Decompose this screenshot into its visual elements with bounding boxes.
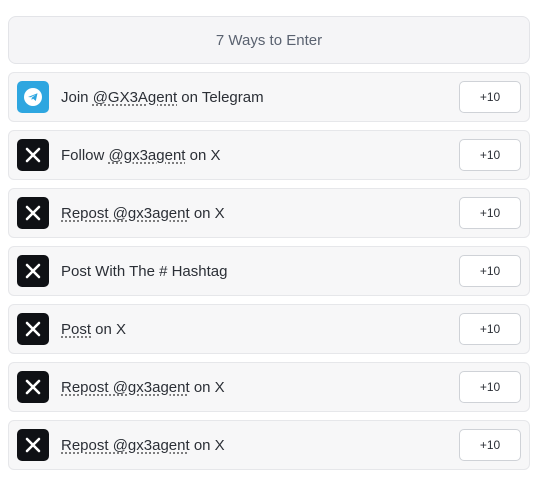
entry-label-text: on X: [185, 146, 221, 164]
points-value: +10: [479, 206, 501, 220]
x-icon: [17, 255, 49, 287]
entry-row-x-follow[interactable]: Follow @gx3agent on X +10: [8, 130, 530, 180]
points-button[interactable]: +10: [459, 313, 521, 345]
entry-label: Post With The # Hashtag: [61, 263, 227, 280]
entry-label-text: on X: [189, 204, 225, 222]
ways-to-enter-header: 7 Ways to Enter: [8, 16, 530, 64]
x-icon: [17, 313, 49, 345]
points-value: +10: [479, 148, 501, 162]
points-value: +10: [479, 380, 501, 394]
entry-label-text: Join: [61, 88, 93, 106]
entry-row-x-repost[interactable]: Repost @gx3agent on X +10: [8, 188, 530, 238]
entry-link[interactable]: @gx3agent: [109, 147, 186, 164]
entry-label-text: on X: [91, 320, 127, 338]
entry-row-x-repost-2[interactable]: Repost @gx3agent on X +10: [8, 362, 530, 412]
x-icon: [17, 429, 49, 461]
entry-link[interactable]: @GX3Agent: [93, 89, 177, 106]
telegram-icon: [17, 81, 49, 113]
entry-link[interactable]: Post: [61, 321, 91, 338]
entry-label-text: on X: [189, 378, 225, 396]
entry-label: Post on X: [61, 321, 126, 338]
entry-row-x-hashtag[interactable]: Post With The # Hashtag +10: [8, 246, 530, 296]
entry-label: Join @GX3Agent on Telegram: [61, 89, 264, 106]
points-button[interactable]: +10: [459, 197, 521, 229]
points-value: +10: [479, 322, 501, 336]
entry-label: Repost @gx3agent on X: [61, 205, 225, 222]
x-icon: [17, 197, 49, 229]
x-icon: [17, 371, 49, 403]
entry-link[interactable]: Repost @gx3agent: [61, 379, 190, 396]
entry-link[interactable]: Repost @gx3agent: [61, 437, 190, 454]
entry-label-text: on X: [189, 436, 225, 454]
entry-label-text: Follow: [61, 146, 109, 164]
points-button[interactable]: +10: [459, 255, 521, 287]
entry-label-text: Post With The # Hashtag: [61, 262, 228, 280]
entry-row-x-repost-3[interactable]: Repost @gx3agent on X +10: [8, 420, 530, 470]
entry-label-text: on Telegram: [177, 88, 264, 106]
entry-label: Repost @gx3agent on X: [61, 437, 225, 454]
entry-label: Repost @gx3agent on X: [61, 379, 225, 396]
points-button[interactable]: +10: [459, 81, 521, 113]
entry-row-x-post[interactable]: Post on X +10: [8, 304, 530, 354]
points-value: +10: [479, 90, 501, 104]
points-value: +10: [479, 264, 501, 278]
points-button[interactable]: +10: [459, 429, 521, 461]
entry-link[interactable]: Repost @gx3agent: [61, 205, 190, 222]
entry-label: Follow @gx3agent on X: [61, 147, 221, 164]
x-icon: [17, 139, 49, 171]
header-title: 7 Ways to Enter: [215, 31, 323, 49]
entry-methods-panel: 7 Ways to Enter Join @GX3Agent on Telegr…: [0, 0, 540, 478]
points-value: +10: [479, 438, 501, 452]
points-button[interactable]: +10: [459, 371, 521, 403]
points-button[interactable]: +10: [459, 139, 521, 171]
entry-row-telegram-join[interactable]: Join @GX3Agent on Telegram +10: [8, 72, 530, 122]
